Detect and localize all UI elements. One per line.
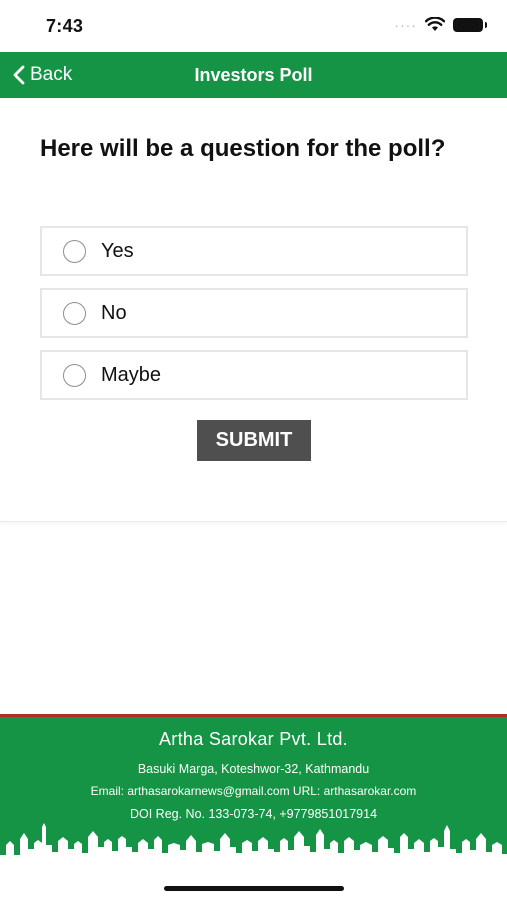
poll-option-maybe[interactable]: Maybe: [40, 350, 468, 400]
company-address: Basuki Marga, Koteshwor-32, Kathmandu: [137, 762, 370, 776]
radio-button-icon[interactable]: [63, 363, 86, 387]
poll-option-label: Maybe: [101, 363, 162, 386]
poll-question: Here will be a question for the poll?: [40, 135, 446, 162]
status-time: 7:43: [46, 16, 84, 36]
status-bar: 7:43 ····: [0, 0, 507, 52]
company-contact: Email: arthasarokarnews@gmail.com URL: a…: [90, 784, 417, 798]
company-name: Artha Sarokar Pvt. Ltd.: [159, 729, 348, 749]
radio-button-icon[interactable]: [63, 301, 86, 325]
submit-button[interactable]: SUBMIT: [197, 420, 311, 461]
navigation-bar: Back Investors Poll: [0, 52, 507, 98]
home-indicator-area: [0, 864, 507, 900]
wifi-icon: [425, 17, 445, 31]
poll-card: Here will be a question for the poll? Ye…: [0, 98, 507, 522]
cellular-signal-icon: ····: [394, 16, 417, 33]
poll-option-yes[interactable]: Yes: [40, 226, 468, 276]
home-indicator[interactable]: [164, 886, 344, 891]
poll-option-no[interactable]: No: [40, 288, 468, 338]
poll-option-label: No: [101, 301, 127, 324]
poll-option-label: Yes: [101, 239, 134, 262]
battery-icon: [453, 17, 487, 32]
footer: Artha Sarokar Pvt. Ltd. Basuki Marga, Ko…: [0, 714, 507, 864]
radio-button-icon[interactable]: [63, 239, 86, 263]
page-title: Investors Poll: [194, 65, 313, 85]
status-icons: ····: [394, 16, 487, 33]
city-skyline-graphic: [0, 823, 507, 864]
